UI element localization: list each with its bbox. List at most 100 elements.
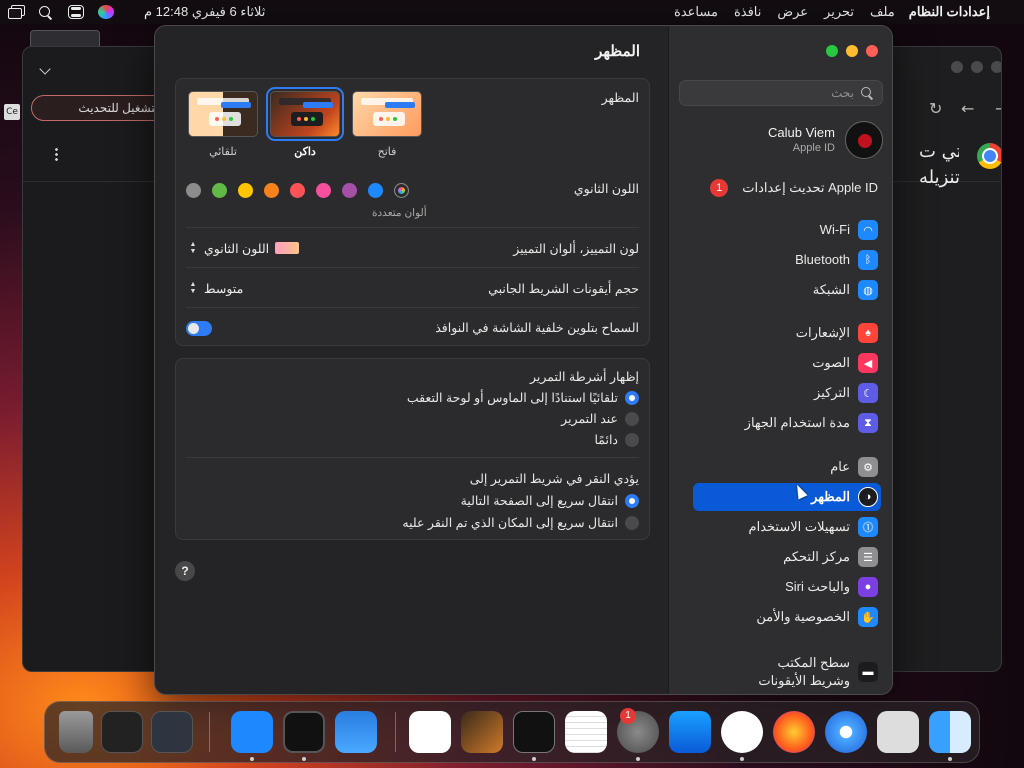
sidebar-icon-size-select[interactable]: ▲ ▼ متوسط: [188, 280, 244, 296]
divider: [186, 227, 639, 228]
window-minimize-button[interactable]: [846, 45, 858, 57]
theme-dark-option[interactable]: [266, 87, 344, 141]
running-indicator: [302, 757, 306, 761]
radio-button[interactable]: [625, 390, 639, 405]
status-area: ثلاثاء 6 فيفري 12:48 م: [8, 4, 265, 20]
radio-button[interactable]: [625, 411, 639, 426]
search-placeholder: بحث: [831, 86, 854, 100]
wallpaper-tinting-label: السماح بتلوين خلفية الشاشة في النوافذ: [435, 321, 639, 335]
sidebar-item-bell[interactable]: ♠ الإشعارات: [796, 320, 878, 346]
theme-light-option[interactable]: [352, 91, 422, 137]
accent-swatch[interactable]: [342, 183, 357, 198]
safari-icon[interactable]: [825, 711, 867, 753]
terminal-icon[interactable]: [513, 711, 555, 753]
window-zoom-inactive[interactable]: [991, 61, 1001, 73]
more-menu-icon[interactable]: [55, 147, 58, 161]
moon-icon: ☾: [858, 383, 878, 403]
sidebar-item-dock[interactable]: ▬ سطح المكتب وشريط الأيقونات: [758, 652, 878, 692]
sidebar-item-control-center[interactable]: ☰ مركز التحكم: [783, 544, 878, 570]
menu-file[interactable]: ملف: [870, 4, 895, 20]
menubar-clock[interactable]: ثلاثاء 6 فيفري 12:48 م: [144, 4, 265, 20]
menu-help[interactable]: مساعدة: [674, 4, 718, 20]
update-apple-id-settings[interactable]: تحديث إعدادات Apple ID 1: [710, 175, 878, 201]
control-center-icon: ☰: [858, 547, 878, 567]
click-option-next-page[interactable]: انتقال سريع إلى الصفحة التالية: [461, 493, 639, 508]
sidebar-item-moon[interactable]: ☾ التركيز: [814, 380, 878, 406]
launchpad-icon[interactable]: [877, 711, 919, 753]
sidebar-search-input[interactable]: بحث: [679, 80, 883, 106]
sidebar-item-wifi[interactable]: ◠ Wi-Fi: [820, 217, 878, 243]
scrollbar-option-always[interactable]: دائمًا: [594, 432, 639, 447]
accent-swatch[interactable]: [212, 183, 227, 198]
menu-app-name[interactable]: إعدادات النظام: [909, 4, 990, 20]
chevron-down-icon[interactable]: [39, 63, 51, 75]
screenshot-thumb-icon[interactable]: [101, 711, 143, 753]
radio-button[interactable]: [625, 432, 639, 447]
accent-swatch[interactable]: [264, 183, 279, 198]
sidebar-item-gear[interactable]: ⚙ عام: [830, 454, 878, 480]
activity-monitor-icon[interactable]: [283, 711, 325, 753]
firefox-icon[interactable]: [773, 711, 815, 753]
accent-multicolor-swatch[interactable]: [394, 183, 409, 198]
accent-swatch[interactable]: [290, 183, 305, 198]
forward-arrow-icon[interactable]: →: [995, 99, 1001, 118]
control-center-icon[interactable]: [68, 5, 84, 19]
stage-manager-icon[interactable]: [8, 5, 25, 19]
sidebar-item-appearance[interactable]: ◑ المظهر: [811, 484, 878, 510]
radio-label: تلقائيًا استنادًا إلى الماوس أو لوحة الت…: [406, 391, 618, 405]
highlight-color-label: لون التمييز، ألوان التمييز: [513, 242, 639, 256]
click-option-clicked-spot[interactable]: انتقال سريع إلى المكان الذي تم النقر علي…: [402, 515, 639, 530]
screenshot-thumb-icon[interactable]: [151, 711, 193, 753]
sidebar-item-hourglass[interactable]: ⧗ مدة استخدام الجهاز: [745, 410, 878, 436]
window-minimize-inactive[interactable]: [971, 61, 983, 73]
sidebar-item-globe[interactable]: ◍ الشبكة: [813, 277, 878, 303]
sidebar-item-siri[interactable]: ● Siri والباحث: [785, 574, 878, 600]
multicolor-caption: ألوان متعددة: [372, 207, 427, 219]
appearance-group: المظهر فاتح داكن تلقائي اللون الثانوي أل…: [175, 78, 650, 346]
accent-swatch[interactable]: [368, 183, 383, 198]
sidebar-item-bluetooth[interactable]: ᛒ Bluetooth: [795, 247, 878, 273]
accent-swatch[interactable]: [186, 183, 201, 198]
siri-icon[interactable]: [98, 5, 114, 19]
trash-icon[interactable]: [59, 711, 93, 753]
hand-icon: ✋: [858, 607, 878, 627]
menu-window[interactable]: نافذة: [734, 4, 761, 20]
window-zoom-button[interactable]: [826, 45, 838, 57]
menu-view[interactable]: عرض: [777, 4, 808, 20]
accent-swatch[interactable]: [238, 183, 253, 198]
chrome-icon[interactable]: [721, 711, 763, 753]
weather-icon[interactable]: [335, 711, 377, 753]
help-button[interactable]: ?: [175, 561, 195, 581]
avatar: [845, 121, 883, 159]
highlight-color-select[interactable]: ▲ ▼ اللون الثانوي: [188, 240, 300, 256]
finder-icon[interactable]: [929, 711, 971, 753]
running-indicator: [740, 757, 744, 761]
radio-button[interactable]: [625, 515, 639, 530]
update-badge: 1: [710, 179, 729, 197]
update-label: تحديث إعدادات Apple ID: [742, 180, 878, 195]
window-close-inactive[interactable]: [951, 61, 963, 73]
menu-edit[interactable]: تحرير: [824, 4, 854, 20]
theme-auto-option[interactable]: [188, 91, 258, 137]
sidebar-item-speaker[interactable]: ◀ الصوت: [812, 350, 878, 376]
apple-id-row[interactable]: Calub Viem Apple ID: [679, 120, 883, 160]
wallpaper-tinting-toggle[interactable]: [186, 321, 212, 336]
radio-button[interactable]: [625, 493, 639, 508]
accent-swatch[interactable]: [316, 183, 331, 198]
wifi-icon: ◠: [858, 220, 878, 240]
window-close-button[interactable]: [866, 45, 878, 57]
system-settings-badge: 1: [620, 708, 636, 724]
scrollbar-option-when-scrolling[interactable]: عند التمرير: [561, 411, 639, 426]
back-arrow-icon[interactable]: ←: [961, 99, 974, 118]
search-icon: [860, 86, 874, 100]
scrollbar-option-auto[interactable]: تلقائيًا استنادًا إلى الماوس أو لوحة الت…: [407, 390, 639, 405]
wireless-diagnostics-icon[interactable]: [231, 711, 273, 753]
reload-icon[interactable]: ↻: [929, 99, 942, 118]
app-store-icon[interactable]: [669, 711, 711, 753]
vscode-icon[interactable]: [409, 711, 451, 753]
garageband-icon[interactable]: [461, 711, 503, 753]
sidebar-item-accessibility[interactable]: ⓵ تسهيلات الاستخدام: [749, 514, 878, 540]
spotlight-search-icon[interactable]: [38, 5, 54, 19]
sidebar-item-hand[interactable]: ✋ الخصوصية والأمن: [756, 604, 878, 630]
textedit-icon[interactable]: [565, 711, 607, 753]
